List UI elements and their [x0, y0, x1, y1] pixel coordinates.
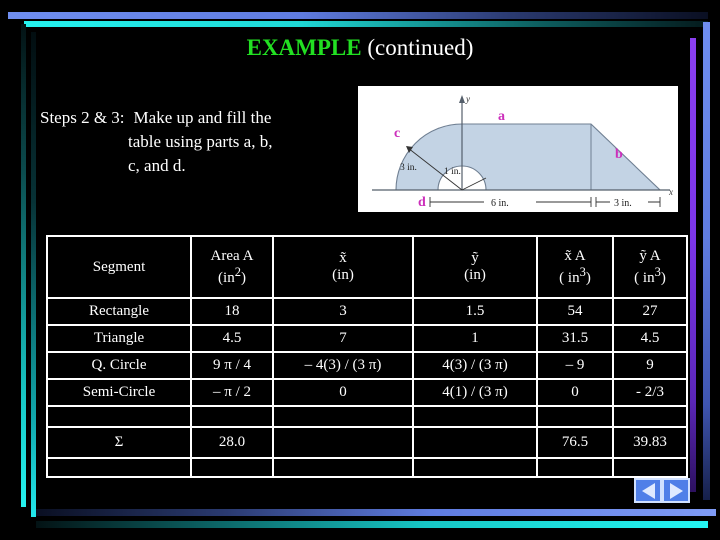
dim-3in-label: 3 in.	[614, 198, 632, 209]
cell-area: 4.5	[190, 324, 274, 353]
centroid-table: Segment Area A (in2) x̃ (in) ỹ (in) x̃ …	[46, 235, 688, 478]
dim-1in-radius: 1 in.	[444, 167, 461, 177]
cell-xbar-a: – 9	[536, 351, 614, 380]
cell-area: – π / 2	[190, 378, 274, 407]
right-arrow-icon	[669, 482, 683, 499]
sum-ybar-a: 39.83	[612, 426, 688, 459]
cell-ybar: 4(1) / (3 π)	[412, 378, 538, 407]
header-xbar-a: x̃ A ( in3)	[536, 235, 614, 299]
table-sum-row: Σ 28.0 76.5 39.83	[46, 426, 688, 459]
cell-ybar-a: - 2/3	[612, 378, 688, 407]
right-blue-bar	[703, 22, 710, 500]
part-b-label: b	[615, 147, 623, 162]
part-a-label: a	[498, 109, 505, 124]
cell-area: 9 π / 4	[190, 351, 274, 380]
table-row: Triangle 4.5 7 1 31.5 4.5	[46, 324, 688, 353]
header-area: Area A (in2)	[190, 235, 274, 299]
cell-ybar: 4(3) / (3 π)	[412, 351, 538, 380]
steps-line1-text: Make up and fill the	[133, 108, 272, 127]
page-title: EXAMPLE (continued)	[0, 36, 720, 59]
sum-ybar	[412, 426, 538, 459]
header-xbar-a-units: ( in3)	[559, 264, 591, 286]
table-sum-spacer-row	[46, 458, 688, 478]
composite-area-figure: x y a b c d 3 in. 1 in. 6 in. 3 in.	[358, 86, 678, 212]
table-header: Segment Area A (in2) x̃ (in) ỹ (in) x̃ …	[46, 235, 688, 299]
title-rest: (continued)	[361, 35, 474, 60]
dim-6in-label: 6 in.	[491, 198, 509, 209]
cell-xbar: – 4(3) / (3 π)	[272, 351, 414, 380]
left-arrow-icon	[641, 482, 655, 499]
cell-xbar: 3	[272, 297, 414, 326]
part-c-label: c	[394, 126, 400, 141]
slide: EXAMPLE (continued) Steps 2 & 3: Make up…	[0, 0, 720, 540]
left-cyan-bar-2	[31, 32, 36, 517]
table-spacer-row	[46, 406, 688, 428]
table-row: Rectangle 18 3 1.5 54 27	[46, 297, 688, 326]
left-cyan-bar	[21, 24, 26, 507]
table-row: Semi-Circle – π / 2 0 4(1) / (3 π) 0 - 2…	[46, 378, 688, 407]
header-xbar: x̃ (in)	[272, 235, 414, 299]
cell-segment: Triangle	[46, 324, 192, 353]
cell-ybar-a: 27	[612, 297, 688, 326]
title-highlight: EXAMPLE	[246, 35, 362, 60]
top-blue-bar	[8, 12, 708, 19]
steps-label: Steps 2 & 3:	[40, 108, 125, 127]
header-ybar: ỹ (in)	[412, 235, 538, 299]
bottom-cyan-bar	[36, 521, 708, 528]
part-d-label: d	[418, 195, 426, 210]
header-ybar-a-units: ( in3)	[634, 264, 666, 286]
steps-line-2: table using parts a, b,	[128, 132, 273, 152]
cell-xbar: 0	[272, 378, 414, 407]
header-ybar-a: ỹ A ( in3)	[612, 235, 688, 299]
cell-ybar: 1	[412, 324, 538, 353]
centroid-table-wrapper: Segment Area A (in2) x̃ (in) ỹ (in) x̃ …	[46, 235, 688, 478]
sum-sigma-symbol: Σ	[46, 426, 192, 459]
y-axis-arrow	[459, 95, 465, 103]
steps-line-1: Steps 2 & 3: Make up and fill the	[40, 106, 360, 130]
cell-segment: Rectangle	[46, 297, 192, 326]
bottom-blue-bar	[36, 509, 716, 516]
cell-segment: Q. Circle	[46, 351, 192, 380]
sum-xbar-a: 76.5	[536, 426, 614, 459]
dim-3in-radius: 3 in.	[400, 163, 417, 173]
cell-xbar-a: 54	[536, 297, 614, 326]
cell-ybar-a: 4.5	[612, 324, 688, 353]
previous-slide-button[interactable]	[634, 478, 662, 503]
cell-segment: Semi-Circle	[46, 378, 192, 407]
x-axis-label: x	[668, 187, 673, 197]
sum-xbar	[272, 426, 414, 459]
cell-xbar: 7	[272, 324, 414, 353]
table-row: Q. Circle 9 π / 4 – 4(3) / (3 π) 4(3) / …	[46, 351, 688, 380]
steps-line-3: c, and d.	[128, 156, 186, 176]
steps-text-block: Steps 2 & 3: Make up and fill the table …	[40, 106, 360, 178]
y-axis-label: y	[465, 94, 470, 104]
header-area-units: (in2)	[218, 264, 246, 286]
table-header-row: Segment Area A (in2) x̃ (in) ỹ (in) x̃ …	[46, 235, 688, 299]
cell-xbar-a: 31.5	[536, 324, 614, 353]
table-body: Rectangle 18 3 1.5 54 27 Triangle 4.5 7 …	[46, 297, 688, 478]
cell-ybar-a: 9	[612, 351, 688, 380]
cell-area: 18	[190, 297, 274, 326]
right-purple-bar	[690, 38, 696, 492]
cell-xbar-a: 0	[536, 378, 614, 407]
sum-area: 28.0	[190, 426, 274, 459]
next-slide-button[interactable]	[662, 478, 690, 503]
slide-navigation	[634, 478, 690, 503]
header-segment: Segment	[46, 235, 192, 299]
cell-ybar: 1.5	[412, 297, 538, 326]
top-cyan-bar	[24, 21, 708, 27]
